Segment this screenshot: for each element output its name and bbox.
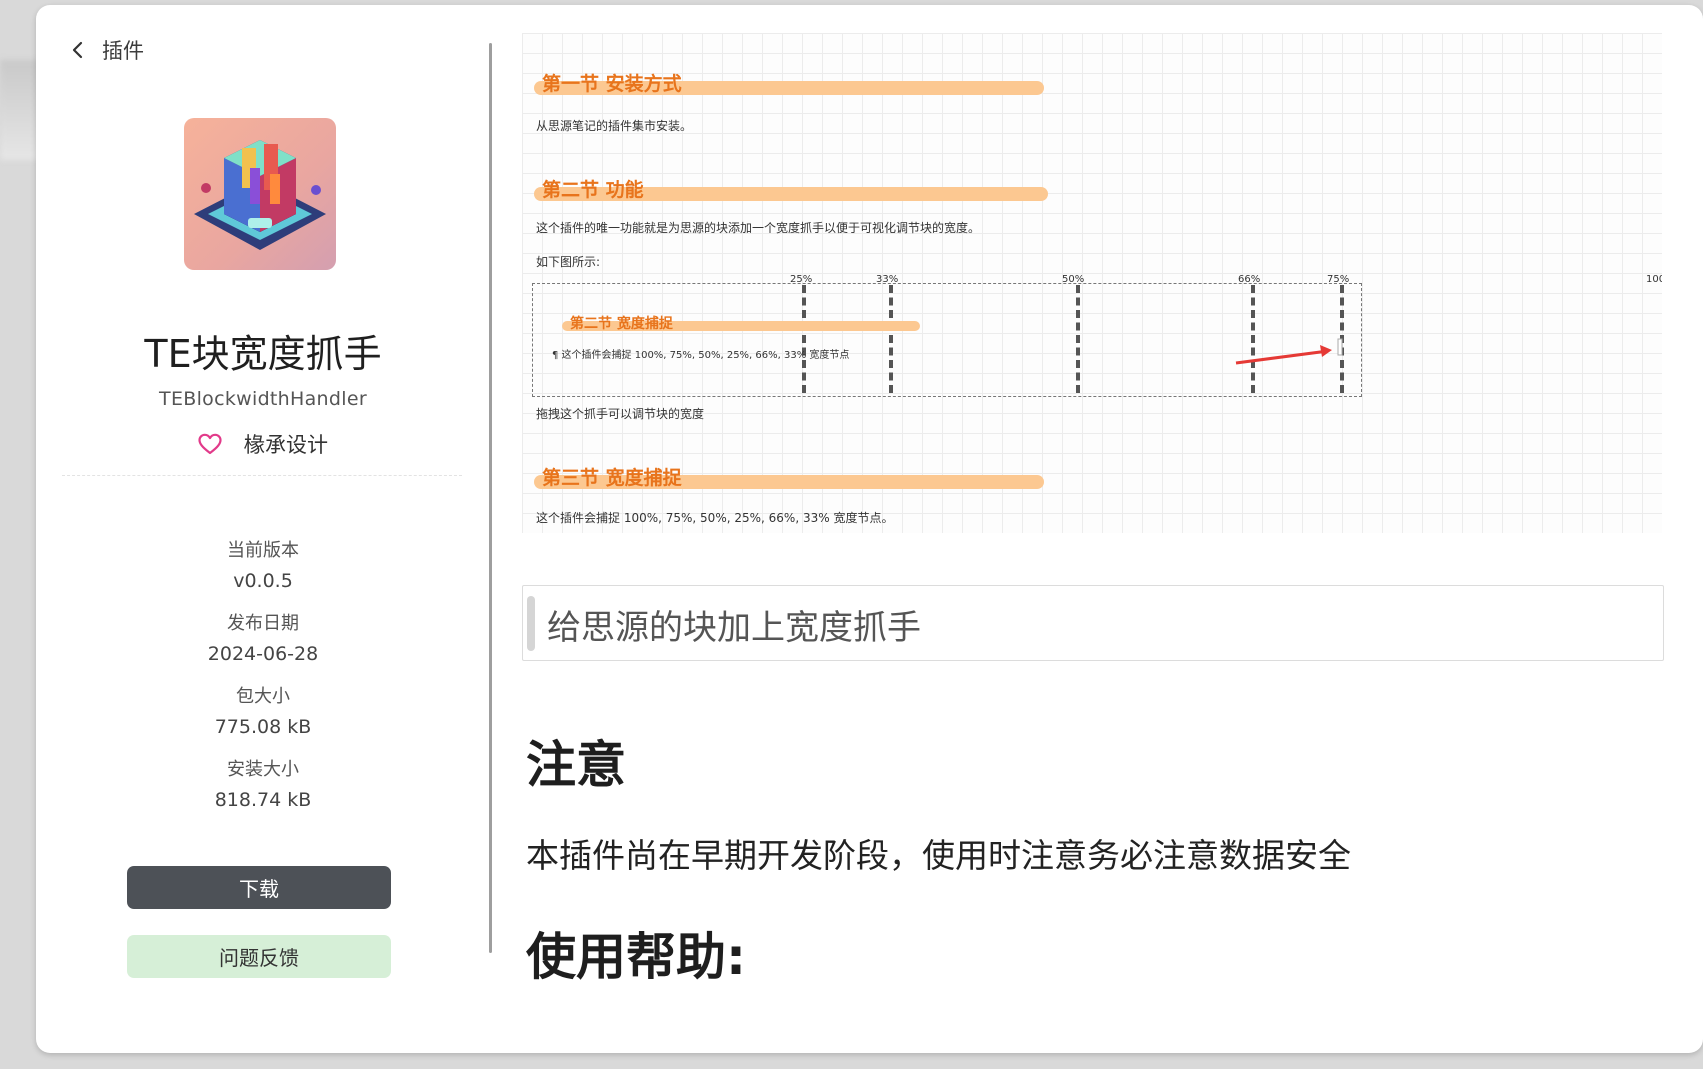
author-name[interactable]: 椽承设计 (244, 429, 328, 459)
version-block: 当前版本 v0.0.5 (36, 536, 490, 592)
release-date-label: 发布日期 (227, 613, 299, 634)
author-row: 椽承设计 (36, 429, 490, 459)
install-size-label: 安装大小 (227, 759, 299, 780)
install-size-value: 818.74 kB (214, 789, 312, 811)
chevron-left-icon (72, 41, 83, 59)
heart-icon[interactable] (198, 433, 222, 455)
section-2-text: 这个插件的唯一功能就是为思源的块添加一个宽度抓手以便于可视化调节块的宽度。 (536, 221, 981, 235)
notice-text: 本插件尚在早期开发阶段，使用时注意务必注意数据安全 (526, 836, 1351, 875)
plugin-icon (184, 118, 336, 270)
package-size-label: 包大小 (236, 686, 290, 707)
readme-screenshot: 第一节 安装方式 从思源笔记的插件集市安装。 第二节 功能 这个插件的唯一功能就… (522, 33, 1662, 533)
back-label: 插件 (102, 39, 144, 63)
demo-text: ¶ 这个插件会捕捉 100%, 75%, 50%, 25%, 66%, 33% … (552, 350, 850, 361)
snap-line-25 (802, 285, 806, 393)
version-value: v0.0.5 (233, 570, 293, 592)
install-size-block: 安装大小 818.74 kB (36, 755, 490, 811)
release-date-block: 发布日期 2024-06-28 (36, 609, 490, 665)
section-3-heading: 第三节 宽度捕捉 (534, 465, 1054, 491)
snap-line-50 (1076, 285, 1080, 393)
version-label: 当前版本 (227, 540, 299, 561)
readme-blockquote: 给思源的块加上宽度抓手 (522, 585, 1664, 661)
blockquote-text: 给思源的块加上宽度抓手 (547, 608, 921, 648)
package-size-value: 775.08 kB (214, 716, 312, 738)
plugin-title: TE块宽度抓手 (144, 332, 382, 376)
notice-heading: 注意 (526, 736, 626, 794)
tick-100: 100% (1646, 274, 1662, 285)
drag-handle-text: 拖拽这个抓手可以调节块的宽度 (536, 407, 705, 421)
section-1-heading: 第一节 安装方式 (534, 71, 1054, 97)
plugin-package-name: TEBlockwidthHandler (159, 388, 367, 410)
feedback-button[interactable]: 问题反馈 (127, 935, 391, 978)
plugin-sidebar: 插件 TE块宽度抓手 TEBlockwidthHandler 椽承设计 当前版本… (36, 5, 492, 1053)
readme-content: 第一节 安装方式 从思源笔记的插件集市安装。 第二节 功能 这个插件的唯一功能就… (522, 5, 1703, 1053)
back-button[interactable]: 插件 (68, 35, 144, 65)
package-size-block: 包大小 775.08 kB (36, 682, 490, 738)
release-date-value: 2024-06-28 (207, 643, 319, 665)
demo-heading: 第二节 宽度捕捉 (562, 313, 922, 339)
help-heading: 使用帮助: (526, 928, 746, 986)
section-2-note: 如下图所示: (536, 255, 601, 269)
section-3-text: 这个插件会捕捉 100%, 75%, 50%, 25%, 66%, 33% 宽度… (536, 511, 894, 525)
plugin-detail-panel: 插件 TE块宽度抓手 TEBlockwidthHandler 椽承设计 当前版本… (36, 5, 1703, 1053)
column-separator (489, 43, 492, 953)
sidebar-divider (62, 475, 462, 476)
section-2-heading: 第二节 功能 (534, 177, 1054, 203)
section-1-text: 从思源笔记的插件集市安装。 (536, 119, 693, 133)
download-button[interactable]: 下载 (127, 866, 391, 909)
arrow-icon (1235, 338, 1343, 365)
snap-line-33 (889, 285, 893, 393)
